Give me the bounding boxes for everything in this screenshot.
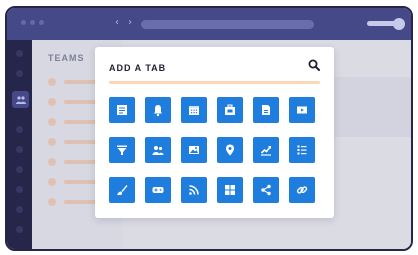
tab-tile-brush[interactable]: [109, 177, 135, 203]
tab-tile-document[interactable]: [253, 97, 279, 123]
tab-tile-checklist[interactable]: [289, 137, 315, 163]
calendar-icon: [189, 106, 199, 115]
document-icon: [262, 105, 270, 115]
tab-tile-briefcase[interactable]: [217, 97, 243, 123]
grid-icon: [225, 185, 235, 195]
dialog-divider: [109, 81, 320, 84]
tab-tile-calendar[interactable]: [181, 97, 207, 123]
line-chart-icon: [260, 146, 272, 156]
tab-tile-video[interactable]: [289, 97, 315, 123]
tab-tile-grid[interactable]: [217, 177, 243, 203]
tab-tile-location[interactable]: [217, 137, 243, 163]
link-icon: [296, 186, 308, 194]
tab-tile-share[interactable]: [253, 177, 279, 203]
tab-tile-list-doc[interactable]: [109, 97, 135, 123]
tab-tile-link[interactable]: [289, 177, 315, 203]
add-tab-dialog: ADD A TAB: [95, 47, 334, 218]
tab-tile-rss[interactable]: [181, 177, 207, 203]
tab-tile-bell[interactable]: [145, 97, 171, 123]
brush-icon: [117, 185, 128, 195]
list-doc-icon: [117, 105, 127, 115]
game-controller-icon: [152, 187, 164, 193]
people-icon: [152, 146, 164, 155]
dialog-title: ADD A TAB: [109, 63, 167, 73]
image-icon: [189, 146, 199, 154]
tab-tile-filter[interactable]: [109, 137, 135, 163]
bell-icon: [154, 105, 162, 117]
video-icon: [297, 106, 307, 114]
search-icon[interactable]: [308, 59, 320, 71]
tab-tile-chart[interactable]: [253, 137, 279, 163]
tab-tile-image[interactable]: [181, 137, 207, 163]
tab-tile-people[interactable]: [145, 137, 171, 163]
filter-icon: [117, 145, 127, 155]
tab-tile-game[interactable]: [145, 177, 171, 203]
checklist-icon: [297, 145, 307, 155]
rss-icon: [189, 185, 199, 195]
share-icon: [261, 184, 271, 196]
location-pin-icon: [226, 144, 234, 156]
briefcase-icon: [225, 104, 235, 115]
